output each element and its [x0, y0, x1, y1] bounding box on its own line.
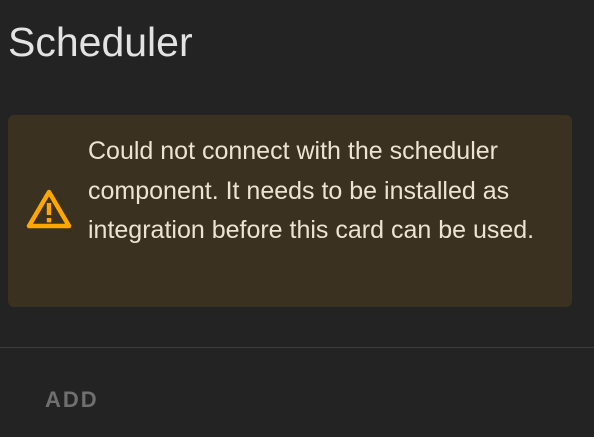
alert-message: Could not connect with the scheduler com… — [88, 137, 535, 244]
add-button[interactable]: ADD — [38, 380, 106, 420]
card-actions-divider — [0, 347, 594, 348]
warning-alert: Could not connect with the scheduler com… — [8, 115, 572, 307]
card-title: Scheduler — [8, 19, 193, 65]
warning-triangle-icon — [26, 189, 72, 229]
scheduler-card: Scheduler Could not connect with the sch… — [0, 0, 594, 437]
